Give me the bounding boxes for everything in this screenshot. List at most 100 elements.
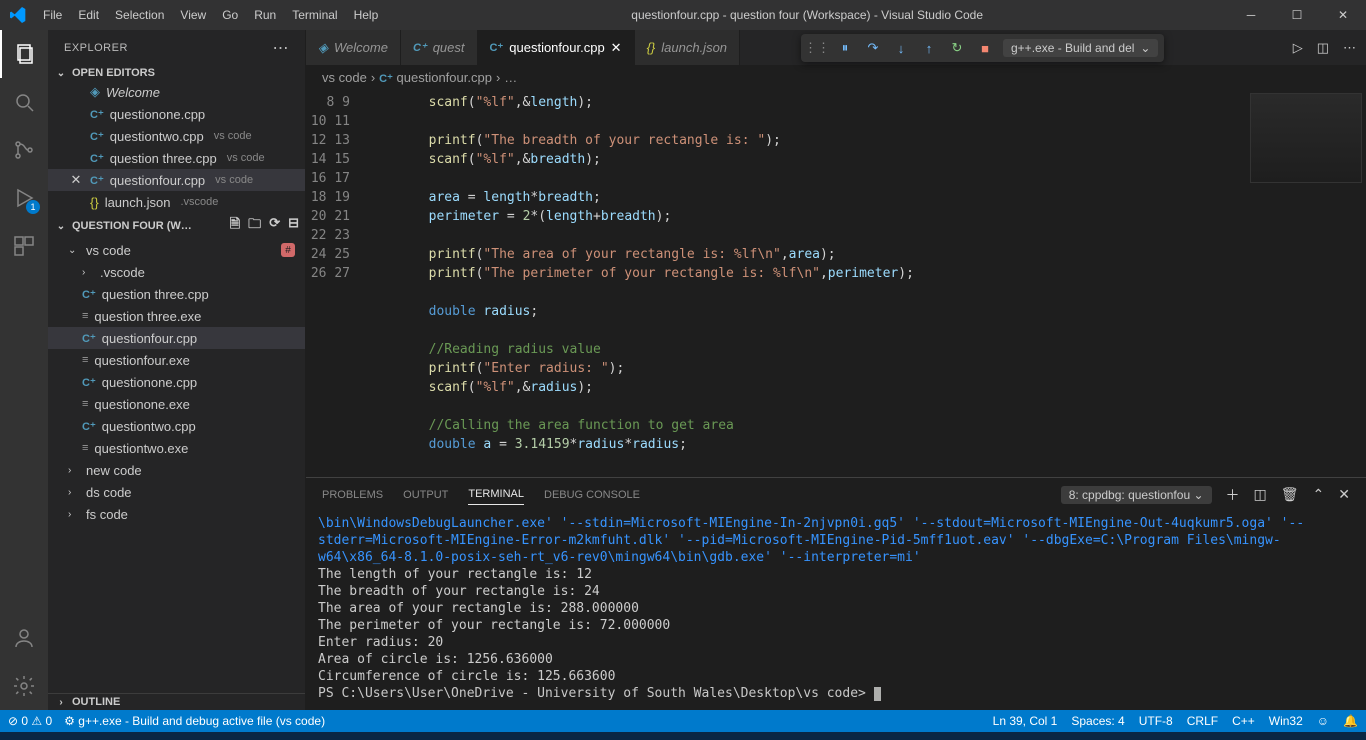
code-editor[interactable]: 8 9 10 11 12 13 14 15 16 17 18 19 20 21 …: [306, 89, 1366, 477]
file-name: questionone.cpp: [110, 107, 205, 122]
open-editor-item[interactable]: C⁺question three.cppvs code: [48, 147, 305, 169]
folder-item[interactable]: ›fs code: [48, 503, 305, 525]
status-item[interactable]: Spaces: 4: [1071, 714, 1124, 728]
folder-item[interactable]: ›ds code: [48, 481, 305, 503]
menu-file[interactable]: File: [35, 8, 70, 22]
status-item[interactable]: CRLF: [1187, 714, 1218, 728]
file-item[interactable]: ≡questiontwo.exe: [48, 437, 305, 459]
open-editor-item[interactable]: ✕C⁺questionfour.cppvs code: [48, 169, 305, 191]
chevron-down-icon: ⌄: [1140, 41, 1150, 55]
terminal-content[interactable]: \bin\WindowsDebugLauncher.exe' '--stdin=…: [306, 511, 1366, 710]
menu-go[interactable]: Go: [214, 8, 246, 22]
stop-icon[interactable]: ■: [975, 38, 995, 58]
file-item[interactable]: C⁺questionone.cpp: [48, 371, 305, 393]
open-editor-item[interactable]: {}launch.json.vscode: [48, 191, 305, 213]
close-tab-icon[interactable]: ✕: [611, 40, 622, 56]
extensions-icon[interactable]: [0, 222, 48, 270]
minimize-button[interactable]: ─: [1228, 0, 1274, 30]
status-item[interactable]: ☺: [1317, 714, 1329, 728]
file-item[interactable]: C⁺questionfour.cpp: [48, 327, 305, 349]
open-editor-item[interactable]: C⁺questiontwo.cppvs code: [48, 125, 305, 147]
maximize-button[interactable]: ☐: [1274, 0, 1320, 30]
workspace-tree: ⌄vs code#›.vscodeC⁺question three.cpp≡qu…: [48, 239, 305, 693]
new-folder-icon[interactable]: 🗀: [248, 215, 261, 237]
menu-edit[interactable]: Edit: [70, 8, 107, 22]
chevron-icon: ›: [68, 509, 80, 520]
editor-area: ◈WelcomeC⁺questC⁺questionfour.cpp✕{}laun…: [306, 30, 1366, 710]
panel-tab-terminal[interactable]: TERMINAL: [468, 484, 524, 505]
menu-selection[interactable]: Selection: [107, 8, 172, 22]
kill-terminal-icon[interactable]: 🗑: [1281, 482, 1299, 507]
folder-item[interactable]: ›new code: [48, 459, 305, 481]
account-icon[interactable]: [0, 614, 48, 662]
open-editor-item[interactable]: C⁺ questionone.cpp: [48, 103, 305, 125]
run-debug-icon[interactable]: 1: [0, 174, 48, 222]
vscode-icon: ◈: [318, 40, 328, 56]
folder-item[interactable]: ›.vscode: [48, 261, 305, 283]
collapse-icon[interactable]: ⊟: [288, 215, 299, 237]
settings-gear-icon[interactable]: [0, 662, 48, 710]
menu-run[interactable]: Run: [246, 8, 284, 22]
status-item[interactable]: Ln 39, Col 1: [993, 714, 1058, 728]
pause-icon[interactable]: ⏸: [835, 38, 855, 58]
code-content[interactable]: scanf("%lf",&length); printf("The breadt…: [366, 89, 1246, 477]
status-item[interactable]: ⊘ 0 ⚠ 0: [8, 714, 52, 728]
drag-handle-icon[interactable]: ⋮⋮: [807, 38, 827, 58]
source-control-icon[interactable]: [0, 126, 48, 174]
file-item[interactable]: ≡questionone.exe: [48, 393, 305, 415]
new-file-icon[interactable]: 🗎: [230, 215, 240, 237]
debug-target-select[interactable]: g++.exe - Build and del⌄: [1003, 39, 1158, 57]
breadcrumb-item[interactable]: …: [504, 70, 517, 85]
step-out-icon[interactable]: ↑: [919, 38, 939, 58]
new-terminal-icon[interactable]: ＋: [1226, 481, 1240, 509]
editor-tab[interactable]: {}launch.json: [635, 30, 740, 65]
editor-tab[interactable]: C⁺questionfour.cpp✕: [478, 30, 635, 65]
close-panel-icon[interactable]: ✕: [1338, 482, 1350, 507]
status-item[interactable]: 🔔: [1343, 714, 1358, 728]
refresh-icon[interactable]: ⟳: [269, 215, 280, 237]
more-icon[interactable]: ⋯: [1343, 40, 1356, 56]
open-editor-item[interactable]: ◈Welcome: [48, 81, 305, 103]
editor-tab[interactable]: C⁺quest: [401, 30, 478, 65]
restart-icon[interactable]: ↻: [947, 38, 967, 58]
outline-header[interactable]: › OUTLINE: [48, 693, 305, 710]
explorer-icon[interactable]: [0, 30, 48, 78]
menu-view[interactable]: View: [172, 8, 214, 22]
line-gutter: 8 9 10 11 12 13 14 15 16 17 18 19 20 21 …: [306, 89, 366, 477]
step-into-icon[interactable]: ↓: [891, 38, 911, 58]
split-terminal-icon[interactable]: ◫: [1254, 482, 1267, 507]
file-item[interactable]: C⁺question three.cpp: [48, 283, 305, 305]
breadcrumb-item[interactable]: vs code: [322, 70, 367, 85]
step-over-icon[interactable]: ↷: [863, 38, 883, 58]
minimap[interactable]: [1246, 89, 1366, 477]
status-item[interactable]: UTF-8: [1139, 714, 1173, 728]
panel-tab-output[interactable]: OUTPUT: [403, 485, 448, 505]
file-name: questionone.cpp: [102, 375, 197, 390]
menu-terminal[interactable]: Terminal: [284, 8, 345, 22]
maximize-panel-icon[interactable]: ⌃: [1313, 482, 1325, 507]
search-icon[interactable]: [0, 78, 48, 126]
folder-item[interactable]: ⌄vs code#: [48, 239, 305, 261]
run-icon[interactable]: ▷: [1293, 40, 1303, 56]
cpp-file-icon: C⁺: [90, 108, 104, 121]
file-item[interactable]: C⁺questiontwo.cpp: [48, 415, 305, 437]
file-item[interactable]: ≡questionfour.exe: [48, 349, 305, 371]
open-editors-header[interactable]: ⌄ OPEN EDITORS: [48, 65, 305, 81]
more-icon[interactable]: ⋯: [273, 38, 290, 58]
panel-tab-debug console[interactable]: DEBUG CONSOLE: [544, 485, 640, 505]
status-item[interactable]: Win32: [1269, 714, 1303, 728]
editor-tab[interactable]: ◈Welcome: [306, 30, 401, 65]
workspace-header[interactable]: ⌄ QUESTION FOUR (W… 🗎 🗀 ⟳ ⊟: [48, 213, 305, 239]
panel-tab-problems[interactable]: PROBLEMS: [322, 485, 383, 505]
breadcrumb-item[interactable]: C⁺ questionfour.cpp: [379, 70, 492, 85]
status-item[interactable]: C++: [1232, 714, 1255, 728]
close-button[interactable]: ✕: [1320, 0, 1366, 30]
breadcrumb[interactable]: vs code›C⁺ questionfour.cpp›…: [306, 65, 1366, 89]
debug-toolbar[interactable]: ⋮⋮ ⏸ ↷ ↓ ↑ ↻ ■ g++.exe - Build and del⌄: [801, 34, 1164, 62]
terminal-select[interactable]: 8: cppdbg: questionfou ⌄: [1061, 486, 1212, 504]
close-icon[interactable]: ✕: [68, 172, 84, 188]
split-editor-icon[interactable]: ◫: [1317, 40, 1329, 56]
menu-help[interactable]: Help: [346, 8, 387, 22]
status-item[interactable]: ⚙ g++.exe - Build and debug active file …: [64, 714, 325, 728]
file-item[interactable]: ≡question three.exe: [48, 305, 305, 327]
